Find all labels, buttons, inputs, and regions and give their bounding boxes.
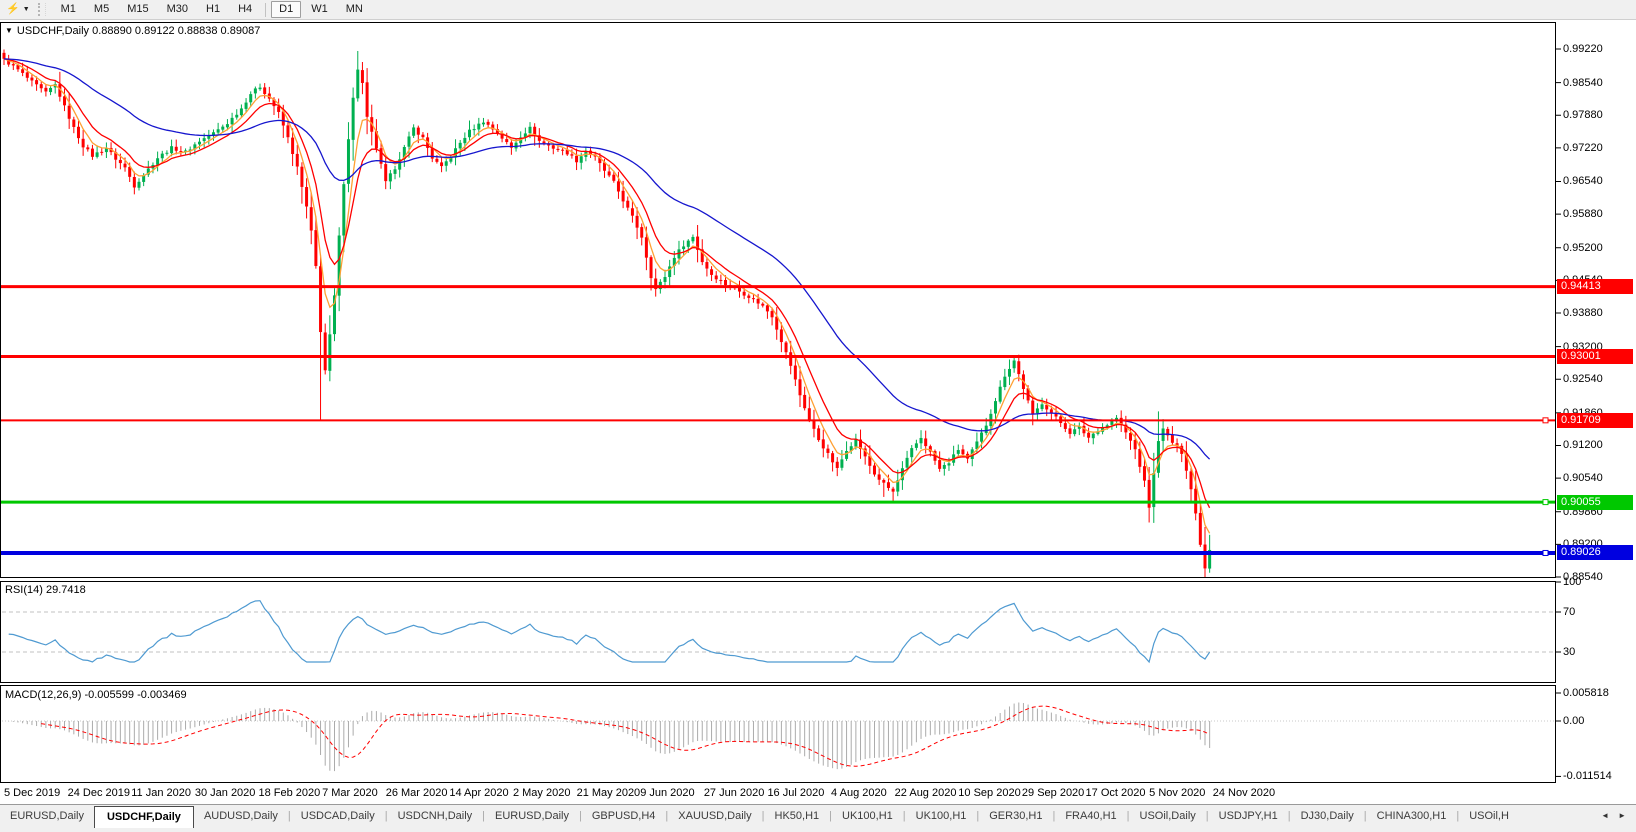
tab-scroll-right-icon[interactable]: ► (1618, 811, 1626, 820)
chart-tab-usoil-daily-13[interactable]: USOil,Daily (1130, 805, 1206, 826)
chart-tab-usdjpy-h1-14[interactable]: USDJPY,H1 (1209, 805, 1288, 826)
chart-tab-hk50-h1-8[interactable]: HK50,H1 (765, 805, 830, 826)
chart-tab-uk100-h1-9[interactable]: UK100,H1 (832, 805, 903, 826)
timeframe-button-w1[interactable]: W1 (303, 1, 336, 18)
chart-tab-eurusd-daily-0[interactable]: EURUSD,Daily (0, 805, 94, 826)
timeframe-button-m1[interactable]: M1 (53, 1, 84, 18)
timeframe-button-m30[interactable]: M30 (159, 1, 196, 18)
top-toolbar: ⚡ ▼ M1M5M15M30H1H4 D1W1MN (0, 0, 1636, 20)
chart-tool-dropdown-button[interactable]: ⚡ ▼ (2, 3, 34, 16)
chart-tabs: EURUSD,DailyUSDCHF,DailyAUDUSD,Daily|USD… (0, 805, 1519, 828)
timeframe-button-m15[interactable]: M15 (119, 1, 156, 18)
lightning-cursor-icon: ⚡ (6, 4, 20, 15)
chart-tab-usdcad-daily-3[interactable]: USDCAD,Daily (291, 805, 385, 826)
timeframe-button-h4[interactable]: H4 (230, 1, 260, 18)
tab-nav: ◄ ► (1597, 805, 1636, 820)
chart-tab-dj30-daily-15[interactable]: DJ30,Daily (1291, 805, 1364, 826)
timeframe-button-h1[interactable]: H1 (198, 1, 228, 18)
timeframe-button-m5[interactable]: M5 (86, 1, 117, 18)
chart-tab-fra40-h1-12[interactable]: FRA40,H1 (1055, 805, 1126, 826)
chart-tab-bar: EURUSD,DailyUSDCHF,DailyAUDUSD,Daily|USD… (0, 804, 1636, 832)
chart-canvas[interactable] (0, 0, 1636, 832)
chart-tab-china300-h1-16[interactable]: CHINA300,H1 (1367, 805, 1457, 826)
timeframe-button-mn[interactable]: MN (338, 1, 371, 18)
timeframe-button-d1[interactable]: D1 (271, 1, 301, 18)
chevron-down-icon: ▼ (23, 6, 30, 13)
tab-scroll-left-icon[interactable]: ◄ (1601, 811, 1609, 820)
chart-tab-usdchf-daily-1[interactable]: USDCHF,Daily (94, 806, 194, 828)
chart-tab-uk100-h1-10[interactable]: UK100,H1 (906, 805, 977, 826)
timeframe-button-group: M1M5M15M30H1H4 D1W1MN (52, 1, 372, 18)
chart-tab-gbpusd-h4-6[interactable]: GBPUSD,H4 (582, 805, 666, 826)
chart-tab-ger30-h1-11[interactable]: GER30,H1 (979, 805, 1052, 826)
chart-tab-eurusd-daily-5[interactable]: EURUSD,Daily (485, 805, 579, 826)
mt4-terminal-window: { "toolbar": { "tool_icon_glyph": "⚡", "… (0, 0, 1636, 832)
toolbar-separator (265, 3, 266, 17)
chart-tab-audusd-daily-2[interactable]: AUDUSD,Daily (194, 805, 288, 826)
chart-tab-usdcnh-daily-4[interactable]: USDCNH,Daily (388, 805, 483, 826)
chart-tab-xauusd-daily-7[interactable]: XAUUSD,Daily (668, 805, 761, 826)
chart-tab-usoil-h-17[interactable]: USOil,H (1459, 805, 1519, 826)
toolbar-grip-handle[interactable] (38, 3, 46, 16)
